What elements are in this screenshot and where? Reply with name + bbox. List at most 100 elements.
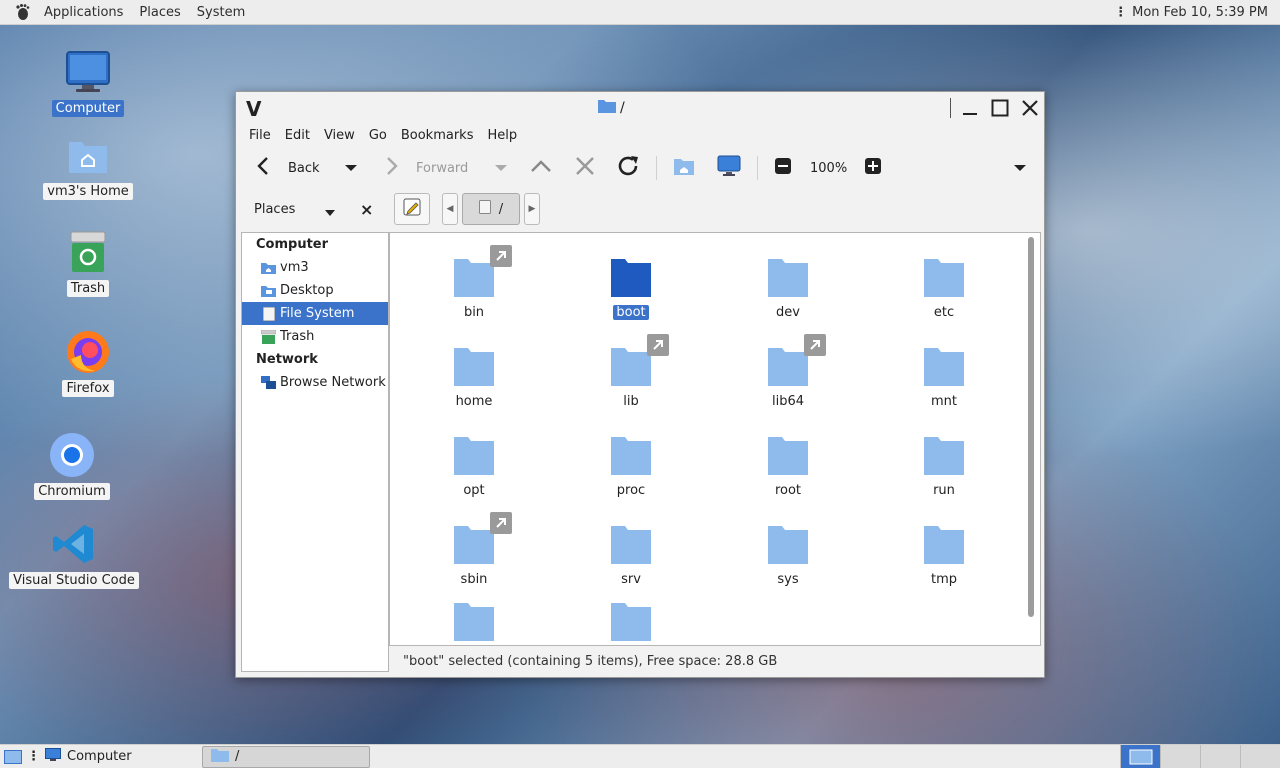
menu-help[interactable]: Help	[480, 128, 524, 143]
desktop-icon-trash[interactable]: Trash	[23, 228, 153, 297]
home-folder-icon	[64, 131, 112, 179]
back-button[interactable]: Back	[256, 152, 320, 184]
path-scroll-right-button[interactable]: ▶	[524, 193, 540, 225]
path-button-label: /	[498, 201, 504, 217]
file-item[interactable]: srv	[581, 522, 681, 587]
file-item[interactable]: lib64	[738, 334, 838, 409]
desktop-icon-chromium[interactable]: Chromium	[7, 431, 137, 500]
file-name: lib	[623, 394, 639, 409]
file-item[interactable]	[424, 599, 524, 643]
file-item[interactable]: bin	[424, 245, 524, 320]
forward-button[interactable]: Forward	[384, 152, 468, 184]
sidebar-heading-computer: Computer	[256, 237, 329, 252]
file-item[interactable]: sys	[738, 522, 838, 587]
zoom-level[interactable]: 100%	[810, 152, 847, 184]
file-item[interactable]: sbin	[424, 512, 524, 587]
file-name: lib64	[771, 394, 805, 409]
file-item[interactable]: mnt	[894, 344, 994, 409]
desktop-icon-firefox[interactable]: Firefox	[23, 328, 153, 397]
title-bar[interactable]: V /	[236, 92, 1044, 124]
desktop-icon-vscode[interactable]: Visual Studio Code	[9, 520, 139, 589]
show-desktop-icon[interactable]	[3, 747, 23, 767]
workspace-4[interactable]	[1240, 745, 1280, 768]
taskbar-item-computer[interactable]: Computer	[37, 746, 140, 768]
vertical-scrollbar[interactable]	[1028, 237, 1034, 617]
workspace-1[interactable]	[1120, 745, 1160, 768]
taskbar-item-file-manager[interactable]: /	[202, 745, 370, 768]
file-item[interactable]: dev	[738, 255, 838, 320]
stop-x-icon	[575, 156, 595, 180]
window-menu-button[interactable]: V	[246, 97, 261, 121]
sidebar-item-trash[interactable]: Trash	[242, 325, 388, 348]
up-button[interactable]	[530, 152, 552, 184]
file-item[interactable]: boot	[581, 255, 681, 320]
zoom-in-button[interactable]	[865, 152, 881, 184]
location-bar: Places × ◀ / ▶	[236, 190, 1044, 232]
menu-edit[interactable]: Edit	[278, 128, 317, 143]
workspace-2[interactable]	[1160, 745, 1200, 768]
path-scroll-left-button[interactable]: ◀	[442, 193, 458, 225]
file-item[interactable]: root	[738, 433, 838, 498]
places-menu[interactable]: Places	[131, 5, 188, 20]
toggle-location-entry-button[interactable]	[394, 193, 430, 225]
file-item[interactable]	[581, 599, 681, 643]
file-item[interactable]: home	[424, 344, 524, 409]
sidebar-item-label: Desktop	[280, 283, 334, 298]
file-name: sys	[777, 572, 799, 587]
sidebar-item-browse-network[interactable]: Browse Network	[242, 371, 388, 394]
file-name: opt	[463, 483, 485, 498]
symlink-arrow-icon	[804, 334, 826, 356]
caret-down-icon[interactable]	[324, 206, 336, 221]
sidebar-item-label: vm3	[280, 260, 309, 275]
stop-button[interactable]	[575, 152, 595, 184]
home-folder-icon	[673, 156, 695, 180]
close-sidebar-icon[interactable]: ×	[360, 200, 373, 219]
menu-file[interactable]: File	[242, 128, 278, 143]
home-button[interactable]	[673, 152, 695, 184]
sidebar-selector[interactable]: Places	[254, 202, 295, 217]
file-manager-window: V / File Edit View Go Bookmarks Help Bac…	[235, 91, 1045, 678]
back-history-dropdown[interactable]	[344, 152, 358, 184]
file-item[interactable]: run	[894, 433, 994, 498]
file-item[interactable]: etc	[894, 255, 994, 320]
file-view: bin boot dev etc home lib lib64 mnt opt proc root r…	[389, 232, 1041, 646]
sidebar-item-vm3[interactable]: vm3	[242, 256, 388, 279]
status-bar: "boot" selected (containing 5 items), Fr…	[403, 653, 778, 669]
panel-handle-icon[interactable]: ⋮	[27, 749, 40, 764]
gnome-foot-icon[interactable]	[12, 2, 32, 22]
file-name: srv	[621, 572, 641, 587]
desktop-icon-computer[interactable]: Computer	[23, 48, 153, 117]
drive-icon	[261, 306, 276, 321]
computer-button[interactable]	[717, 152, 741, 184]
file-item[interactable]: tmp	[894, 522, 994, 587]
close-button[interactable]	[1018, 96, 1042, 120]
desktop-icon-home[interactable]: vm3's Home	[23, 131, 153, 200]
menu-go[interactable]: Go	[362, 128, 394, 143]
sidebar-item-desktop[interactable]: Desktop	[242, 279, 388, 302]
toolbar-separator	[757, 156, 758, 180]
system-menu[interactable]: System	[189, 5, 253, 20]
reload-button[interactable]	[616, 152, 640, 184]
file-item[interactable]: proc	[581, 433, 681, 498]
file-item[interactable]: opt	[424, 433, 524, 498]
workspace-3[interactable]	[1200, 745, 1240, 768]
clock[interactable]: Mon Feb 10, 5:39 PM	[1132, 5, 1268, 20]
menu-bookmarks[interactable]: Bookmarks	[394, 128, 481, 143]
path-button-root[interactable]: /	[462, 193, 520, 225]
file-name: bin	[463, 305, 485, 320]
applications-menu[interactable]: Applications	[36, 5, 131, 20]
workspace-switcher	[1120, 745, 1280, 768]
panel-handle-icon[interactable]: ⋮	[1114, 5, 1127, 20]
forward-history-dropdown[interactable]	[494, 152, 508, 184]
zoom-out-button[interactable]	[775, 152, 791, 184]
monitor-icon	[717, 155, 741, 181]
chevron-left-icon	[256, 156, 272, 180]
menu-view[interactable]: View	[317, 128, 362, 143]
file-item[interactable]: lib	[581, 334, 681, 409]
maximize-button[interactable]	[988, 96, 1012, 120]
file-name: etc	[933, 305, 955, 320]
minimize-button[interactable]	[958, 96, 982, 120]
folder-icon	[452, 433, 496, 477]
toolbar-overflow-dropdown[interactable]	[1013, 152, 1027, 184]
sidebar-item-file-system[interactable]: File System	[242, 302, 388, 325]
